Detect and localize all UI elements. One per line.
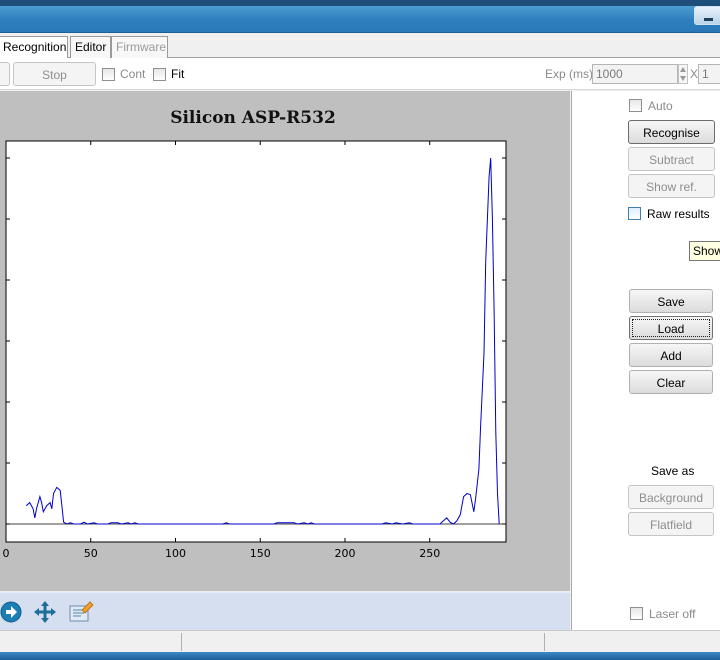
tooltip: Show (689, 241, 720, 261)
fit-label: Fit (171, 67, 185, 81)
flatfield-button[interactable]: Flatfield (628, 512, 714, 536)
add-button[interactable]: Add (629, 343, 713, 367)
x-tick-label: 50 (84, 547, 98, 560)
control-panel: Auto Recognise Subtract Show ref. Raw re… (571, 91, 720, 630)
x-tick-label: 200 (334, 547, 355, 560)
x-tick-labels: 0 50 100 150 200 250 (3, 547, 441, 560)
window-bottom-edge (0, 652, 720, 660)
window-title-bar (0, 0, 720, 33)
x-tick-label: 0 (3, 547, 10, 560)
status-bar (0, 630, 720, 652)
exposure-spinner[interactable] (678, 64, 688, 84)
edit-axis-icon[interactable] (68, 600, 94, 624)
start-button-partial[interactable] (0, 62, 10, 86)
cont-checkbox[interactable] (102, 68, 115, 81)
raw-results-label: Raw results (647, 207, 710, 221)
status-separator (544, 633, 545, 651)
minimize-icon (704, 18, 713, 21)
chart-title: Silicon ASP-R532 (170, 108, 336, 128)
auto-checkbox[interactable] (629, 99, 642, 112)
exposure-label: Exp (ms) (545, 67, 593, 81)
stop-button[interactable]: Stop (13, 62, 96, 86)
subtract-button[interactable]: Subtract (628, 147, 715, 171)
laser-off-label: Laser off (649, 607, 696, 621)
acquisition-toolbar: Stop Cont Fit Exp (ms) 1000 X 1 (0, 58, 720, 90)
multiplier-label: X (690, 67, 699, 81)
pan-move-icon[interactable] (33, 600, 57, 624)
plot-axes (5, 140, 507, 543)
save-button[interactable]: Save (629, 289, 713, 313)
spinner-arrows-icon (680, 67, 686, 81)
x-tick-label: 150 (250, 547, 271, 560)
spectrum-chart: Silicon ASP-R532 0 50 100 150 200 250 (3, 108, 507, 560)
tab-firmware[interactable]: Firmware (111, 36, 168, 58)
raw-results-checkbox[interactable] (628, 207, 641, 220)
tab-recognition[interactable]: Recognition (0, 36, 68, 58)
load-button[interactable]: Load (629, 316, 713, 340)
forward-icon[interactable] (0, 601, 24, 623)
cont-label: Cont (120, 67, 146, 81)
auto-label: Auto (648, 99, 673, 113)
x-tick-label: 250 (419, 547, 440, 560)
exposure-input[interactable]: 1000 (592, 64, 678, 84)
laser-off-checkbox[interactable] (630, 607, 643, 620)
recognise-button[interactable]: Recognise (628, 120, 715, 144)
background-button[interactable]: Background (628, 485, 714, 509)
clear-button[interactable]: Clear (629, 370, 713, 394)
status-separator (181, 633, 182, 651)
title-bar-top-edge (0, 0, 720, 6)
save-as-label: Save as (651, 464, 695, 478)
x-tick-label: 100 (165, 547, 186, 560)
tab-editor[interactable]: Editor (70, 36, 111, 58)
fit-checkbox[interactable] (153, 68, 166, 81)
tab-bar: Recognition Editor Firmware (0, 34, 720, 58)
show-ref-button[interactable]: Show ref. (628, 174, 715, 198)
minimize-button[interactable] (694, 6, 720, 25)
plot-navigation-toolbar (0, 592, 570, 630)
multiplier-input[interactable]: 1 (698, 64, 720, 84)
